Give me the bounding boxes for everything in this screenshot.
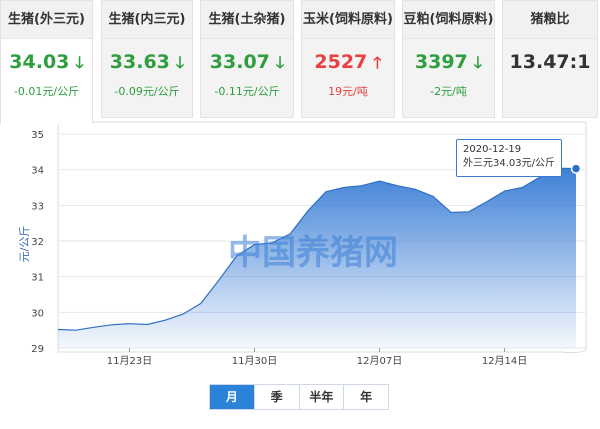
- period-tabs: 月 季 半年 年: [209, 384, 389, 410]
- y-tick-label: 29: [31, 344, 44, 355]
- card-title: 生猪(外三元): [1, 1, 92, 39]
- y-axis: 29 30 31 32 33 34 35: [31, 130, 44, 355]
- card-pig-grain-ratio[interactable]: 猪粮比 13.47:1: [502, 0, 598, 118]
- card-change: -0.09元/公斤: [114, 85, 180, 98]
- y-tick-label: 33: [31, 201, 44, 212]
- y-tick-label: 31: [31, 273, 44, 284]
- down-arrow-icon: 🡓: [473, 53, 483, 72]
- down-arrow-icon: 🡓: [175, 53, 185, 72]
- latest-point-marker[interactable]: [570, 163, 582, 174]
- card-title: 玉米(饲料原料): [302, 1, 394, 39]
- tab-year[interactable]: 年: [343, 385, 388, 409]
- tab-month[interactable]: 月: [210, 385, 254, 409]
- y-tick-label: 34: [31, 166, 44, 177]
- card-pig-local[interactable]: 生猪(土杂猪) 33.07 🡓 -0.11元/公斤: [200, 0, 294, 118]
- watermark: 中国养猪网: [228, 233, 398, 273]
- card-corn[interactable]: 玉米(饲料原料) 2527 🡑 19元/吨: [301, 0, 395, 118]
- card-price: 33.07 🡓: [209, 51, 285, 73]
- y-axis-label: 元/公斤: [18, 226, 31, 263]
- y-tick-label: 30: [31, 308, 44, 319]
- card-change: 19元/吨: [328, 85, 368, 98]
- chart-tooltip: 2020-12-19 外三元34.03元/公斤: [456, 139, 562, 177]
- tab-quarter[interactable]: 季: [253, 385, 299, 409]
- x-tick-label: 11月23日: [107, 355, 152, 367]
- card-title: 猪粮比: [503, 1, 597, 39]
- tooltip-value: 外三元34.03元/公斤: [463, 158, 555, 169]
- down-arrow-icon: 🡓: [275, 53, 285, 72]
- card-soybean-meal[interactable]: 豆粕(饲料原料) 3397 🡓 -2元/吨: [402, 0, 495, 118]
- tooltip-date: 2020-12-19: [463, 144, 522, 155]
- card-title: 生猪(土杂猪): [201, 1, 293, 39]
- card-price: 2527 🡑: [314, 51, 382, 73]
- card-price: 33.63 🡓: [109, 51, 185, 73]
- up-arrow-icon: 🡑: [373, 53, 382, 72]
- down-arrow-icon: 🡓: [75, 53, 84, 72]
- x-tick-label: 12月14日: [482, 355, 527, 367]
- card-change: -0.11元/公斤: [214, 85, 280, 98]
- card-change: -2元/吨: [430, 85, 467, 98]
- data-point[interactable]: [570, 163, 582, 174]
- price-cards: 生猪(外三元) 34.03 🡓 -0.01元/公斤 生猪(内三元) 33.63 🡓 …: [0, 0, 600, 124]
- card-price: 3397 🡓: [414, 51, 483, 73]
- card-title: 豆粕(饲料原料): [403, 1, 494, 39]
- tab-half-year[interactable]: 半年: [298, 385, 344, 409]
- card-price: 13.47:1: [509, 51, 591, 73]
- card-title: 生猪(内三元): [102, 1, 192, 39]
- x-tick-label: 11月30日: [232, 355, 277, 367]
- x-tick-label: 12月07日: [357, 355, 402, 367]
- y-tick-label: 35: [31, 130, 44, 141]
- y-tick-label: 32: [31, 237, 44, 248]
- price-chart-panel: 29 30 31 32 33 34 35 11月23日 11月30日 12月07日 12月14日 …: [0, 118, 600, 429]
- card-pig-outer[interactable]: 生猪(外三元) 34.03 🡓 -0.01元/公斤: [0, 0, 93, 124]
- card-pig-inner[interactable]: 生猪(内三元) 33.63 🡓 -0.09元/公斤: [101, 0, 193, 118]
- card-change: -0.01元/公斤: [13, 85, 80, 98]
- card-price: 34.03 🡓: [9, 51, 84, 73]
